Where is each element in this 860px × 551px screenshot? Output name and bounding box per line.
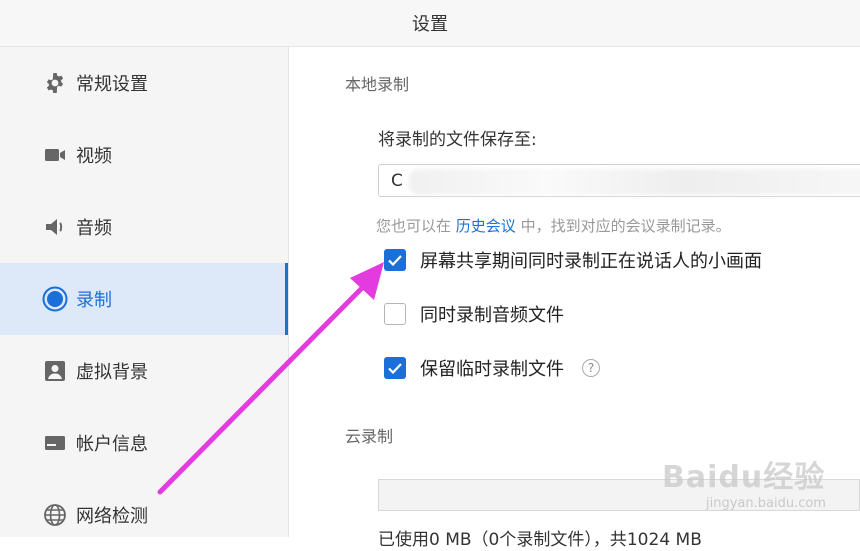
checkbox-unchecked[interactable] [384, 303, 406, 325]
checkbox-checked[interactable] [384, 249, 406, 271]
sidebar-item-label: 网络检测 [76, 506, 148, 527]
sidebar-item-label: 帐户信息 [76, 434, 148, 455]
window-title: 设置 [412, 14, 448, 35]
sidebar-item-virtual-background[interactable]: 虚拟背景 [0, 335, 288, 407]
sidebar-item-network-test[interactable]: 网络检测 [0, 479, 288, 551]
id-card-icon [42, 430, 68, 456]
sidebar-item-label: 录制 [76, 290, 112, 311]
help-icon[interactable]: ? [582, 359, 600, 377]
checkbox-checked[interactable] [384, 357, 406, 379]
sidebar-item-account[interactable]: 帐户信息 [0, 407, 288, 479]
sidebar-item-label: 音频 [76, 218, 112, 239]
portrait-icon [42, 358, 68, 384]
history-hint-text: 您也可以在 历史会议 中，找到对应的会议录制记录。 [376, 217, 731, 235]
sidebar-item-video[interactable]: 视频 [0, 119, 288, 191]
cloud-usage-text: 已使用0 MB（0个录制文件），共1024 MB [378, 530, 702, 550]
cloud-recording-heading: 云录制 [345, 427, 394, 446]
save-path-field[interactable]: C [378, 164, 860, 197]
globe-icon [42, 502, 68, 528]
sidebar-item-label: 视频 [76, 146, 112, 167]
local-recording-heading: 本地录制 [345, 75, 410, 94]
title-bar: 设置 [0, 0, 860, 47]
save-path-value: C [391, 171, 403, 191]
gear-icon [42, 70, 68, 96]
sidebar-item-audio[interactable]: 音频 [0, 191, 288, 263]
baidu-watermark: Baidu经验 jingyan.baidu.com [662, 460, 826, 511]
option-record-active-speaker[interactable]: 屏幕共享期间同时录制正在说话人的小画面 [384, 247, 762, 273]
video-camera-icon [42, 142, 68, 168]
sidebar-item-label: 常规设置 [76, 74, 148, 95]
redacted-path-blur [409, 169, 860, 195]
sidebar-item-general[interactable]: 常规设置 [0, 47, 288, 119]
option-record-audio-file[interactable]: 同时录制音频文件 [384, 301, 564, 327]
sidebar-item-recording[interactable]: 录制 [0, 263, 288, 335]
history-meetings-link[interactable]: 历史会议 [456, 217, 516, 235]
speaker-icon [42, 214, 68, 240]
save-location-label: 将录制的文件保存至: [378, 130, 537, 150]
sidebar-item-label: 虚拟背景 [76, 362, 148, 383]
settings-sidebar: 常规设置 视频 音频 录制 虚拟背景 帐户信息 网络检测 [0, 47, 289, 537]
option-keep-temp-files[interactable]: 保留临时录制文件 ? [384, 355, 600, 381]
record-icon [42, 286, 68, 312]
